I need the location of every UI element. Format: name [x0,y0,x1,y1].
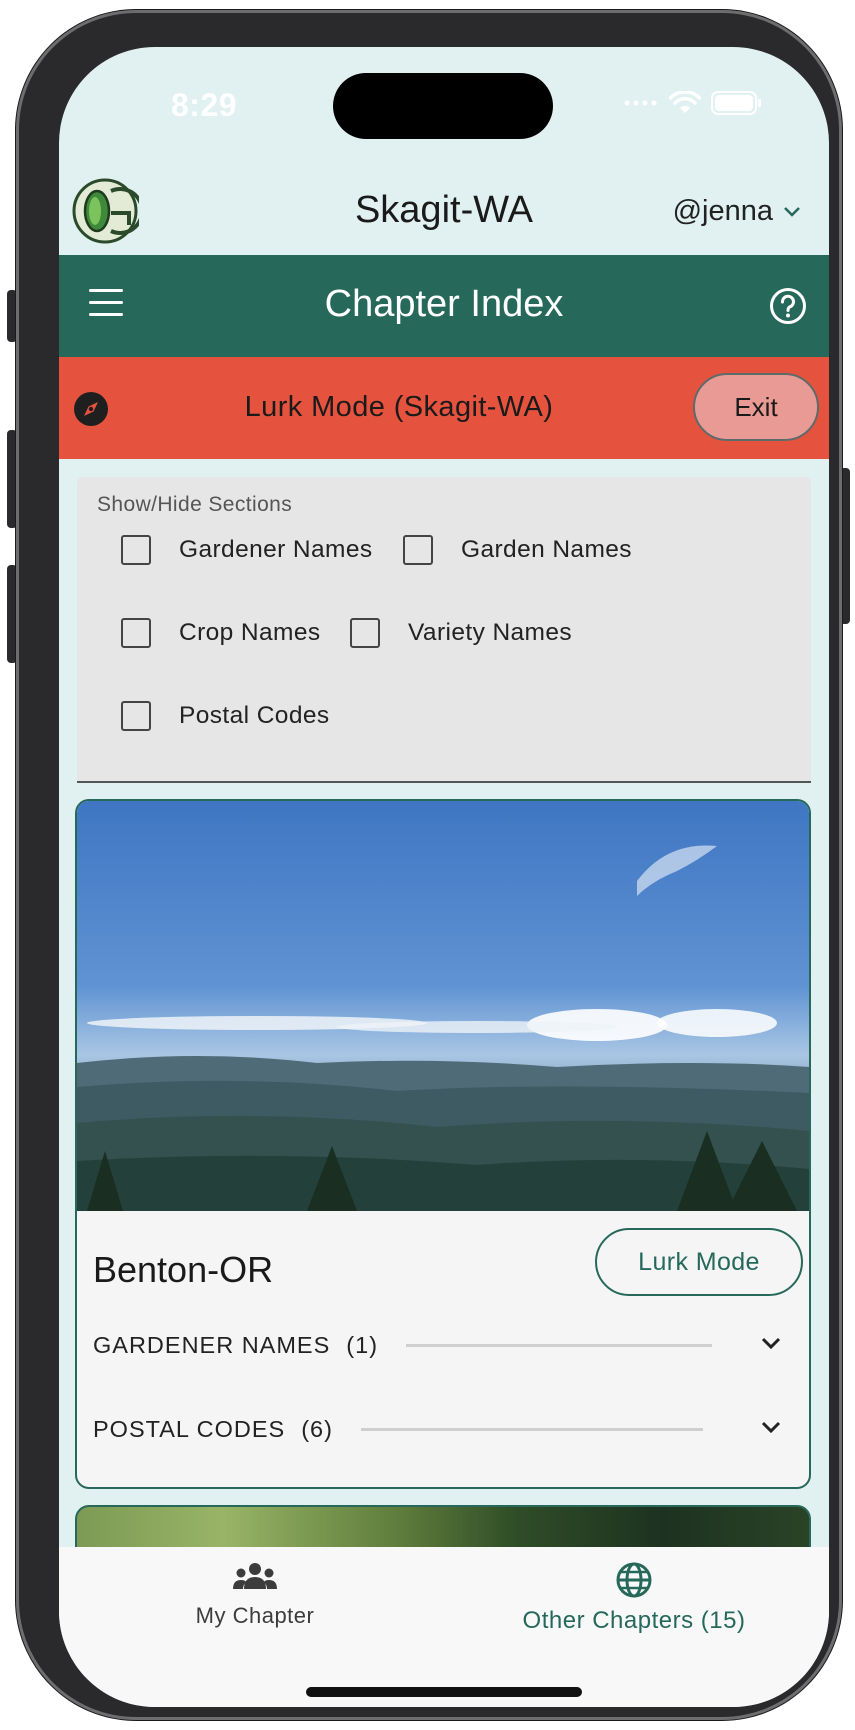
app-header: Chapter Index [59,255,829,357]
checkbox-gardener-names[interactable]: Gardener Names [121,535,373,565]
checkbox-label: Garden Names [461,536,632,563]
status-icons [623,91,763,115]
checkbox-label: Postal Codes [179,702,330,729]
page-title: Chapter Index [324,283,564,325]
checkbox-box[interactable] [121,535,151,565]
checkbox-box[interactable] [121,701,151,731]
section-divider [406,1343,713,1347]
phone-frame: 8:29 Skagit-WA @jenna Chapter Index Lurk… [16,10,842,1720]
group-icon [233,1563,277,1589]
checkbox-label: Variety Names [408,619,573,646]
globe-icon [616,1562,652,1598]
bottom-navigation: My Chapter Other Chapters (15) [59,1547,829,1707]
wifi-icon [669,91,701,113]
checkbox-box[interactable] [121,618,151,648]
chapter-photo [77,801,809,1211]
chevron-down-icon [784,206,800,217]
nav-label: Other Chapters (15) [522,1607,746,1634]
checkbox-label: Crop Names [179,619,321,646]
chevron-down-icon[interactable] [759,1415,783,1439]
user-menu[interactable]: @jenna [673,195,801,228]
screen: 8:29 Skagit-WA @jenna Chapter Index Lurk… [59,47,829,1707]
chapter-card: Benton-OR Lurk Mode GARDENER NAMES (1) P… [75,799,811,1489]
lurk-mode-button[interactable]: Lurk Mode [595,1228,803,1296]
show-hide-sections-panel: Show/Hide Sections Gardener Names Garden… [77,477,811,783]
section-label: GARDENER NAMES [93,1331,331,1358]
section-divider [360,1427,703,1431]
checkbox-garden-names[interactable]: Garden Names [403,535,632,565]
checkbox-label: Gardener Names [179,536,373,563]
section-row-gardener-names[interactable]: GARDENER NAMES (1) [93,1325,793,1365]
nav-my-chapter[interactable]: My Chapter [165,1561,345,1629]
section-count: (6) [301,1415,333,1442]
section-label: POSTAL CODES [93,1415,286,1442]
dynamic-island [333,73,553,139]
show-hide-label: Show/Hide Sections [97,493,293,516]
lurk-mode-banner: Lurk Mode (Skagit-WA) Exit [59,357,829,459]
checkbox-postal-codes[interactable]: Postal Codes [121,701,330,731]
chevron-down-icon[interactable] [759,1331,783,1355]
lurk-mode-text: Lurk Mode (Skagit-WA) [244,391,554,423]
checkbox-box[interactable] [350,618,380,648]
home-indicator[interactable] [306,1687,582,1697]
battery-icon [711,91,761,115]
checkbox-box[interactable] [403,535,433,565]
section-row-postal-codes[interactable]: POSTAL CODES (6) [93,1409,793,1449]
nav-other-chapters[interactable]: Other Chapters (15) [509,1561,759,1635]
exit-lurk-button[interactable]: Exit [693,373,819,441]
signal-icon [624,100,657,106]
help-icon[interactable] [769,287,807,325]
username: @jenna [672,195,773,227]
checkbox-variety-names[interactable]: Variety Names [350,618,572,648]
chapter-name: Benton-OR [93,1249,274,1290]
section-count: (1) [346,1331,379,1358]
checkbox-crop-names[interactable]: Crop Names [121,618,321,648]
nav-label: My Chapter [195,1603,315,1628]
status-time: 8:29 [171,87,238,123]
